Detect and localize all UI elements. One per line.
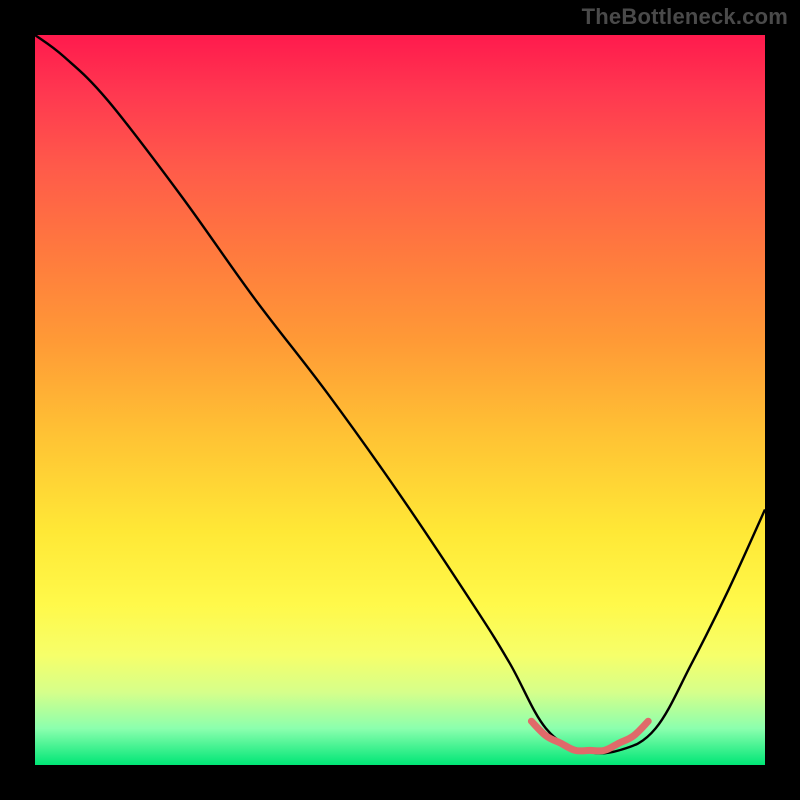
curve-svg [35,35,765,765]
plot-area [35,35,765,765]
chart-frame: TheBottleneck.com [0,0,800,800]
bottleneck-curve [35,35,765,753]
watermark-text: TheBottleneck.com [582,4,788,30]
